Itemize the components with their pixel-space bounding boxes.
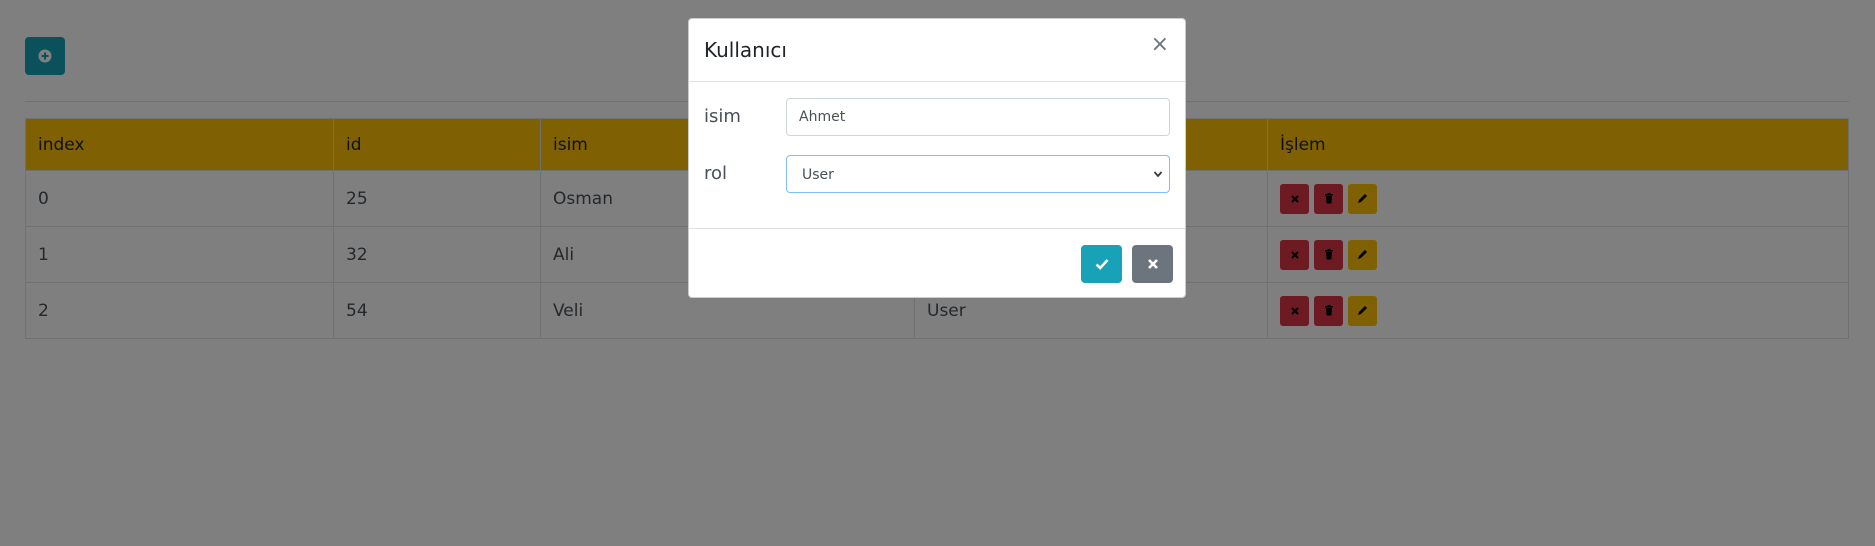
cancel-button[interactable] bbox=[1132, 245, 1173, 283]
modal-close-button[interactable]: × bbox=[1151, 34, 1169, 56]
check-icon bbox=[1095, 259, 1108, 270]
role-select-value: User bbox=[802, 167, 834, 183]
name-label: isim bbox=[704, 106, 741, 127]
chevron-down-icon bbox=[1153, 171, 1163, 178]
user-modal: Kullanıcı × isim rol User bbox=[688, 18, 1186, 298]
role-label: rol bbox=[704, 163, 728, 184]
role-form-row: rol User bbox=[704, 155, 1170, 193]
name-form-row: isim bbox=[704, 98, 1170, 136]
name-input[interactable] bbox=[786, 98, 1170, 136]
modal-footer-divider bbox=[689, 228, 1185, 229]
role-select[interactable]: User bbox=[786, 155, 1170, 193]
modal-title: Kullanıcı bbox=[704, 38, 787, 62]
modal-header: Kullanıcı × bbox=[689, 19, 1185, 82]
close-icon bbox=[1147, 259, 1158, 269]
confirm-button[interactable] bbox=[1081, 245, 1122, 283]
page: index id isim rol İşlem 0 25 Osman bbox=[0, 0, 1875, 546]
